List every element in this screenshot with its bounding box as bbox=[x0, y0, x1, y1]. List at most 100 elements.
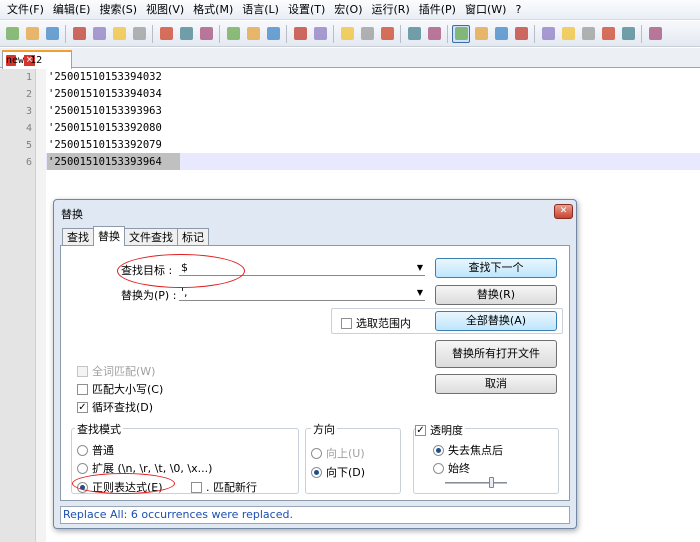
radio-circle bbox=[433, 462, 444, 474]
radio-circle bbox=[311, 447, 322, 459]
match-case-checkbox[interactable]: 匹配大小写(C) bbox=[77, 381, 163, 397]
transparency-slider[interactable] bbox=[445, 482, 507, 484]
chevron-down-icon[interactable]: ▼ bbox=[417, 285, 423, 301]
dot-newline-checkbox[interactable]: . 匹配新行 bbox=[191, 479, 257, 495]
close-icon[interactable] bbox=[90, 25, 108, 43]
replace-icon[interactable] bbox=[291, 25, 309, 43]
stop-record-icon[interactable] bbox=[559, 25, 577, 43]
direction-down-label: 向下(D) bbox=[326, 466, 366, 479]
always-label: 始终 bbox=[448, 462, 470, 475]
tab-mark[interactable]: 标记 bbox=[177, 228, 209, 246]
document-tab-label: new 12 bbox=[6, 55, 43, 66]
cut-icon[interactable] bbox=[157, 25, 175, 43]
record-macro-icon[interactable] bbox=[539, 25, 557, 43]
dialog-close-button[interactable]: ✕ bbox=[554, 204, 573, 219]
menu-item-7[interactable]: 宏(O) bbox=[331, 0, 368, 20]
replace-dialog: 替换 ✕ 查找 替换 文件查找 标记 查找目标 : $ ▼ 替换为(P) : '… bbox=[53, 199, 577, 529]
radio-circle bbox=[77, 462, 88, 474]
undo-icon[interactable] bbox=[224, 25, 242, 43]
menu-item-1[interactable]: 编辑(E) bbox=[50, 0, 97, 20]
direction-down-radio[interactable]: 向下(D) bbox=[311, 464, 365, 480]
in-selection-checkbox[interactable]: 选取范围内 bbox=[341, 315, 411, 331]
toolbar-separator bbox=[65, 24, 66, 43]
toolbar-separator bbox=[152, 24, 153, 43]
code-line[interactable]: '25001510153393963 bbox=[48, 103, 162, 120]
tab-find-in-files[interactable]: 文件查找 bbox=[124, 228, 178, 246]
menu-item-11[interactable]: ? bbox=[512, 0, 527, 20]
menu-item-2[interactable]: 搜索(S) bbox=[96, 0, 143, 20]
document-tab[interactable]: new 12 × bbox=[2, 50, 72, 69]
slider-thumb[interactable] bbox=[489, 477, 494, 488]
code-line[interactable]: '25001510153392079 bbox=[48, 137, 162, 154]
replace-all-button[interactable]: 全部替换(A) bbox=[435, 311, 557, 331]
menu-item-10[interactable]: 窗口(W) bbox=[462, 0, 512, 20]
line-number: 2 bbox=[25, 89, 32, 100]
menu-item-4[interactable]: 格式(M) bbox=[190, 0, 239, 20]
always-radio[interactable]: 始终 bbox=[433, 460, 470, 476]
find-icon[interactable] bbox=[264, 25, 282, 43]
chevron-down-icon[interactable]: ▼ bbox=[417, 260, 423, 276]
dot-newline-label: . 匹配新行 bbox=[206, 481, 257, 494]
tab-find[interactable]: 查找 bbox=[62, 228, 94, 246]
sync-v-icon[interactable] bbox=[358, 25, 376, 43]
new-file-icon[interactable] bbox=[3, 25, 21, 43]
sync-h-icon[interactable] bbox=[378, 25, 396, 43]
save-all-icon[interactable] bbox=[70, 25, 88, 43]
play-macro-icon[interactable] bbox=[579, 25, 597, 43]
save-icon[interactable] bbox=[43, 25, 61, 43]
radio-circle bbox=[77, 444, 88, 456]
replace-panel: 查找目标 : $ ▼ 替换为(P) : ', ▼ 查找下一个 替换(R) 选取范… bbox=[60, 245, 570, 501]
radio-selected bbox=[311, 466, 322, 478]
line-number: 3 bbox=[25, 106, 32, 117]
code-line[interactable]: '25001510153394032 bbox=[48, 69, 162, 86]
transparency-label: 透明度 bbox=[430, 424, 463, 437]
toolbar-separator bbox=[400, 24, 401, 43]
find-next-button[interactable]: 查找下一个 bbox=[435, 258, 557, 278]
replace-button[interactable]: 替换(R) bbox=[435, 285, 557, 305]
indent-guide-icon[interactable] bbox=[452, 24, 470, 43]
menu-item-6[interactable]: 设置(T) bbox=[285, 0, 331, 20]
run-macro-icon[interactable] bbox=[599, 25, 617, 43]
mode-normal-radio[interactable]: 普通 bbox=[77, 442, 114, 458]
paste-icon[interactable] bbox=[197, 25, 215, 43]
replace-input[interactable]: ', ▼ bbox=[179, 285, 425, 301]
all-chars-icon[interactable] bbox=[425, 25, 443, 43]
transparency-checkbox[interactable]: ✓ 透明度 bbox=[415, 422, 465, 438]
toolbar-separator bbox=[447, 24, 448, 43]
on-lose-focus-radio[interactable]: 失去焦点后 bbox=[433, 442, 503, 458]
tab-replace[interactable]: 替换 bbox=[93, 226, 125, 246]
menu-item-0[interactable]: 文件(F) bbox=[4, 0, 50, 20]
zoom-out-icon[interactable] bbox=[338, 25, 356, 43]
user-lang-icon[interactable] bbox=[472, 25, 490, 43]
menu-item-5[interactable]: 语言(L) bbox=[239, 0, 285, 20]
function-list-icon[interactable] bbox=[512, 25, 530, 43]
line-number: 5 bbox=[25, 140, 32, 151]
wrap-around-checkbox[interactable]: ✓ 循环查找(D) bbox=[77, 399, 153, 415]
replace-all-open-files-button[interactable]: 替换所有打开文件 bbox=[435, 340, 557, 368]
word-wrap-icon[interactable] bbox=[405, 25, 423, 43]
zoom-in-icon[interactable] bbox=[311, 25, 329, 43]
code-line[interactable]: '25001510153393964 bbox=[48, 154, 162, 171]
whole-word-checkbox[interactable]: 全词匹配(W) bbox=[77, 363, 155, 379]
code-line[interactable]: '25001510153392080 bbox=[48, 120, 162, 137]
extra-icon[interactable] bbox=[646, 25, 664, 43]
dialog-title: 替换 bbox=[61, 208, 83, 221]
checkbox-box bbox=[77, 365, 88, 377]
open-file-icon[interactable] bbox=[23, 25, 41, 43]
direction-up-label: 向上(U) bbox=[326, 447, 365, 460]
checkbox-box bbox=[77, 383, 88, 395]
menu-item-3[interactable]: 视图(V) bbox=[143, 0, 190, 20]
menu-item-8[interactable]: 运行(R) bbox=[369, 0, 416, 20]
print-icon[interactable] bbox=[130, 25, 148, 43]
toolbar bbox=[0, 21, 700, 47]
doc-map-icon[interactable] bbox=[492, 25, 510, 43]
cancel-button[interactable]: 取消 bbox=[435, 374, 557, 394]
on-lose-focus-label: 失去焦点后 bbox=[448, 444, 503, 457]
close-all-icon[interactable] bbox=[110, 25, 128, 43]
direction-up-radio[interactable]: 向上(U) bbox=[311, 445, 365, 461]
save-macro-icon[interactable] bbox=[619, 25, 637, 43]
redo-icon[interactable] bbox=[244, 25, 262, 43]
menu-item-9[interactable]: 插件(P) bbox=[416, 0, 462, 20]
copy-icon[interactable] bbox=[177, 25, 195, 43]
code-line[interactable]: '25001510153394034 bbox=[48, 86, 162, 103]
